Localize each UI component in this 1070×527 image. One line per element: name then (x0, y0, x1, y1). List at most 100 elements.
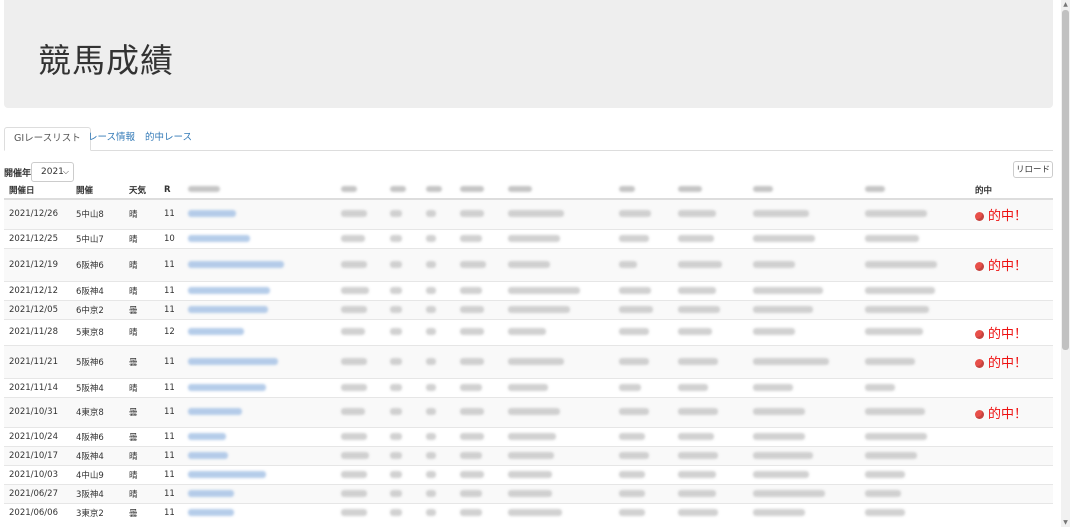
redacted-cell (336, 377, 385, 397)
race-name-link[interactable] (183, 483, 336, 503)
col-weather: 天気 (124, 181, 159, 200)
redacted-cell (421, 483, 455, 503)
race-name-link[interactable] (183, 344, 336, 378)
race-venue: 3東京2 (71, 502, 124, 522)
redacted-text (619, 305, 653, 313)
redacted-text (341, 210, 367, 218)
redacted-text[interactable] (188, 305, 268, 313)
hit-cell: 的中！ (970, 344, 1053, 378)
redacted-text (753, 508, 805, 516)
redacted-text[interactable] (188, 408, 242, 415)
redacted-cell (748, 483, 860, 503)
race-venue: 4阪神4 (71, 445, 124, 465)
scroll-down-icon[interactable]: ▼ (1061, 518, 1070, 527)
col-redacted (614, 181, 673, 200)
race-weather: 曇 (124, 396, 159, 427)
redacted-text (426, 408, 436, 415)
redacted-cell (385, 426, 421, 446)
tab-race-info[interactable]: レース情報 (79, 127, 144, 149)
redacted-cell (614, 344, 673, 378)
col-hit: 的中 (970, 181, 1053, 200)
race-name-link[interactable] (183, 198, 336, 229)
redacted-text[interactable] (188, 328, 244, 335)
tab-hit-races[interactable]: 的中レース (136, 127, 201, 149)
redacted-text (390, 328, 402, 335)
race-name-link[interactable] (183, 445, 336, 465)
table-row: 2021/12/19 6阪神6 晴 11 的中！ (4, 247, 1053, 281)
race-name-link[interactable] (183, 318, 336, 345)
redacted-cell (673, 280, 748, 300)
redacted-text[interactable] (188, 286, 270, 294)
redacted-text (390, 432, 402, 440)
redacted-text[interactable] (188, 357, 278, 365)
race-number: 10 (159, 228, 183, 248)
redacted-cell (421, 464, 455, 484)
redacted-text[interactable] (188, 260, 284, 268)
race-name-link[interactable] (183, 377, 336, 397)
race-venue: 6阪神6 (71, 247, 124, 281)
redacted-cell (673, 318, 748, 345)
redacted-text[interactable] (188, 470, 266, 478)
redacted-cell (860, 299, 970, 319)
redacted-text (753, 328, 795, 335)
redacted-text (678, 489, 716, 497)
redacted-text (619, 234, 649, 242)
scrollbar[interactable]: ▲ ▼ (1061, 0, 1070, 527)
redacted-text[interactable] (188, 489, 234, 497)
redacted-text (678, 357, 718, 365)
table-row: 2021/11/28 5東京8 晴 12 的中！ (4, 318, 1053, 345)
redacted-cell (336, 464, 385, 484)
race-weather: 曇 (124, 426, 159, 446)
redacted-text (426, 234, 436, 242)
race-venue: 4東京8 (71, 396, 124, 427)
redacted-text (390, 408, 402, 415)
redacted-text (341, 260, 367, 268)
redacted-text[interactable] (188, 451, 228, 459)
redacted-text (619, 470, 645, 478)
race-name-link[interactable] (183, 228, 336, 248)
redacted-cell (421, 247, 455, 281)
race-name-link[interactable] (183, 280, 336, 300)
race-date: 2021/12/05 (4, 299, 71, 319)
redacted-text (753, 432, 805, 440)
year-select[interactable]: 2021 ⌵ (31, 162, 74, 182)
redacted-cell (673, 228, 748, 248)
redacted-cell (455, 247, 503, 281)
race-name-link[interactable] (183, 464, 336, 484)
redacted-cell (421, 377, 455, 397)
redacted-text (753, 470, 809, 478)
redacted-text[interactable] (188, 432, 226, 440)
hit-cell (970, 483, 1053, 503)
race-name-link[interactable] (183, 299, 336, 319)
redacted-text (619, 286, 651, 294)
redacted-text[interactable] (188, 383, 266, 391)
scroll-thumb[interactable] (1062, 10, 1069, 350)
redacted-cell (336, 198, 385, 229)
reload-button[interactable]: リロード (1013, 161, 1053, 178)
redacted-text (460, 286, 482, 294)
redacted-cell (614, 396, 673, 427)
redacted-text (865, 508, 905, 516)
redacted-text (508, 489, 552, 497)
redacted-cell (614, 483, 673, 503)
hit-cell (970, 377, 1053, 397)
race-name-link[interactable] (183, 396, 336, 427)
redacted-cell (673, 426, 748, 446)
race-weather: 晴 (124, 228, 159, 248)
race-name-link[interactable] (183, 247, 336, 281)
race-number: 11 (159, 198, 183, 229)
tab-gi-race-list[interactable]: GIレースリスト (4, 127, 91, 151)
redacted-cell (336, 247, 385, 281)
scroll-up-icon[interactable]: ▲ (1061, 0, 1070, 9)
race-name-link[interactable] (183, 426, 336, 446)
redacted-cell (614, 299, 673, 319)
results-table: 開催日 開催 天気 R 的中 2021/12/26 5中山8 晴 11 的中！ 2021/… (4, 181, 1053, 522)
table-row: 2021/12/25 5中山7 晴 10 (4, 228, 1053, 248)
redacted-text[interactable] (188, 234, 250, 242)
redacted-text (460, 328, 484, 335)
redacted-text[interactable] (188, 508, 234, 516)
race-name-link[interactable] (183, 502, 336, 522)
redacted-text[interactable] (188, 210, 236, 218)
redacted-cell (614, 318, 673, 345)
redacted-text (753, 408, 805, 415)
